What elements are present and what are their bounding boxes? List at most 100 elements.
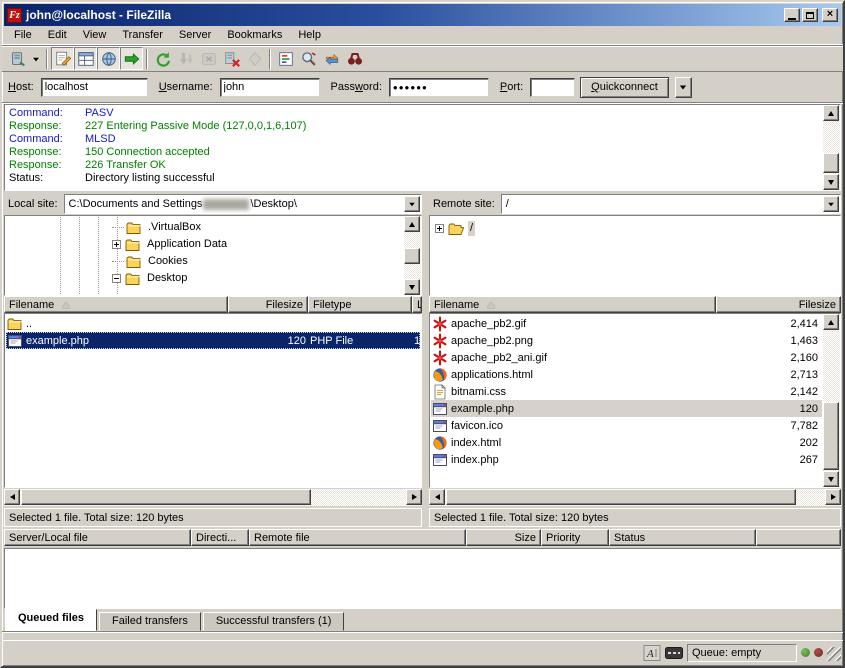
directory-comparison-icon[interactable] — [297, 47, 320, 70]
column-header-directi-[interactable]: Directi... — [191, 529, 249, 546]
quickconnect-button[interactable]: Quickconnect — [580, 77, 669, 98]
expand-icon[interactable] — [435, 224, 444, 233]
find-files-icon[interactable] — [343, 47, 366, 70]
process-queue-icon[interactable] — [174, 47, 197, 70]
site-manager-icon[interactable] — [6, 47, 29, 70]
file-row-example-php[interactable]: example.php120PHP File1 — [6, 332, 420, 349]
file-row-index-html[interactable]: index.html202 — [431, 434, 822, 451]
scroll-down-icon[interactable] — [404, 279, 420, 295]
tab-successful-transfers-1-[interactable]: Successful transfers (1) — [203, 612, 345, 631]
scroll-up-icon[interactable] — [823, 314, 839, 330]
column-header-filename[interactable]: Filename — [4, 296, 228, 313]
column-header-remote-file[interactable]: Remote file — [249, 529, 466, 546]
column-header-filename[interactable]: Filename — [429, 296, 716, 313]
firefox-file-icon — [432, 435, 448, 450]
local-tree-item[interactable]: .VirtualBox — [112, 219, 203, 236]
scroll-up-icon[interactable] — [823, 105, 839, 121]
column-header-priority[interactable]: Priority — [541, 529, 609, 546]
maximize-button[interactable] — [802, 8, 818, 22]
local-tree-scrollbar[interactable] — [404, 216, 421, 295]
menu-item-file[interactable]: File — [6, 27, 40, 43]
local-site-dropdown-icon[interactable] — [404, 196, 420, 212]
remote-list-hscrollbar[interactable] — [429, 489, 841, 506]
remote-site-combo[interactable]: / — [501, 194, 841, 214]
directory-listing-filters-icon[interactable] — [274, 47, 297, 70]
file-row-apache-pb2-gif[interactable]: apache_pb2.gif2,414 — [431, 315, 822, 332]
reconnect-icon[interactable] — [243, 47, 266, 70]
refresh-icon[interactable] — [151, 47, 174, 70]
local-tree-item[interactable]: Cookies — [112, 253, 190, 270]
log-scroll-thumb[interactable] — [823, 153, 839, 173]
file-row-bitnami-css[interactable]: bitnami.css2,142 — [431, 383, 822, 400]
file-row--[interactable]: .. — [6, 315, 420, 332]
menu-item-transfer[interactable]: Transfer — [114, 27, 171, 43]
column-header-status[interactable]: Status — [609, 529, 756, 546]
menu-item-view[interactable]: View — [75, 27, 115, 43]
local-site-combo[interactable]: C:\Documents and Settings\Desktop\ — [64, 194, 422, 214]
menu-item-help[interactable]: Help — [290, 27, 329, 43]
disconnect-icon[interactable] — [220, 47, 243, 70]
menu-item-bookmarks[interactable]: Bookmarks — [219, 27, 290, 43]
column-header-server-local-file[interactable]: Server/Local file — [4, 529, 191, 546]
file-row-apache-pb2-png[interactable]: apache_pb2.png1,463 — [431, 332, 822, 349]
remote-tree-item[interactable]: / — [435, 220, 475, 237]
toggle-local-tree-icon[interactable] — [74, 47, 97, 70]
tab-queued-files[interactable]: Queued files — [5, 609, 97, 631]
scroll-right-icon[interactable] — [825, 489, 841, 505]
remote-list-scrollbar[interactable] — [823, 314, 840, 487]
scroll-down-icon[interactable] — [823, 471, 839, 487]
winfile-file-icon — [7, 333, 23, 348]
menu-item-server[interactable]: Server — [171, 27, 219, 43]
remote-scroll-thumb[interactable] — [823, 402, 839, 470]
file-row-example-php[interactable]: example.php120 — [431, 400, 822, 417]
column-header-filesize[interactable]: Filesize — [228, 296, 308, 313]
toggle-remote-tree-icon[interactable] — [97, 47, 120, 70]
toolbar — [2, 45, 843, 72]
file-row-apache-pb2-ani-gif[interactable]: apache_pb2_ani.gif2,160 — [431, 349, 822, 366]
host-input[interactable] — [41, 78, 148, 97]
site-manager-dropdown-icon[interactable] — [29, 47, 43, 70]
file-row-index-php[interactable]: index.php267 — [431, 451, 822, 468]
cancel-operation-icon[interactable] — [197, 47, 220, 70]
scroll-left-icon[interactable] — [4, 489, 20, 505]
local-site-label: Local site: — [4, 198, 64, 210]
remote-site-dropdown-icon[interactable] — [823, 196, 839, 212]
resize-grip[interactable] — [827, 647, 841, 661]
panel-splitter[interactable] — [422, 193, 429, 527]
toggle-message-log-icon[interactable] — [51, 47, 74, 70]
password-input[interactable] — [389, 78, 489, 97]
local-hscroll-thumb[interactable] — [21, 489, 311, 505]
column-header-filesize[interactable]: Filesize — [716, 296, 841, 313]
ascii-data-type-icon[interactable]: A — [643, 645, 661, 661]
port-input[interactable] — [530, 78, 575, 97]
local-tree-item[interactable]: Application Data — [112, 236, 229, 253]
username-input[interactable] — [220, 78, 320, 97]
column-header-size[interactable]: Size — [466, 529, 541, 546]
title-bar: Fz john@localhost - FileZilla × — [4, 4, 841, 26]
collapse-icon[interactable] — [112, 274, 121, 283]
tab-failed-transfers[interactable]: Failed transfers — [99, 612, 201, 631]
synchronized-browsing-icon[interactable] — [320, 47, 343, 70]
scroll-down-icon[interactable] — [823, 174, 839, 190]
speed-limits-icon[interactable] — [665, 645, 683, 661]
local-tree-item[interactable]: Desktop — [112, 270, 189, 287]
menu-item-edit[interactable]: Edit — [40, 27, 75, 43]
column-header-filetype[interactable]: Filetype — [308, 296, 412, 313]
toggle-transfer-queue-icon[interactable] — [120, 47, 143, 70]
file-row-favicon-ico[interactable]: favicon.ico7,782 — [431, 417, 822, 434]
expand-icon[interactable] — [112, 240, 121, 249]
minimize-button[interactable] — [784, 8, 800, 22]
scroll-right-icon[interactable] — [406, 489, 422, 505]
column-header-l[interactable]: L — [412, 296, 422, 313]
winfile-file-icon — [432, 401, 448, 416]
local-list-hscrollbar[interactable] — [4, 489, 422, 506]
remote-hscroll-thumb[interactable] — [446, 489, 796, 505]
scroll-left-icon[interactable] — [429, 489, 445, 505]
local-tree-scroll-thumb[interactable] — [404, 248, 420, 264]
close-button[interactable]: × — [822, 8, 838, 22]
local-tree: .VirtualBoxApplication DataCookiesDeskto… — [4, 215, 422, 296]
scroll-up-icon[interactable] — [404, 216, 420, 232]
log-scrollbar[interactable] — [823, 105, 840, 190]
quickconnect-dropdown-button[interactable] — [675, 77, 692, 98]
file-row-applications-html[interactable]: applications.html2,713 — [431, 366, 822, 383]
